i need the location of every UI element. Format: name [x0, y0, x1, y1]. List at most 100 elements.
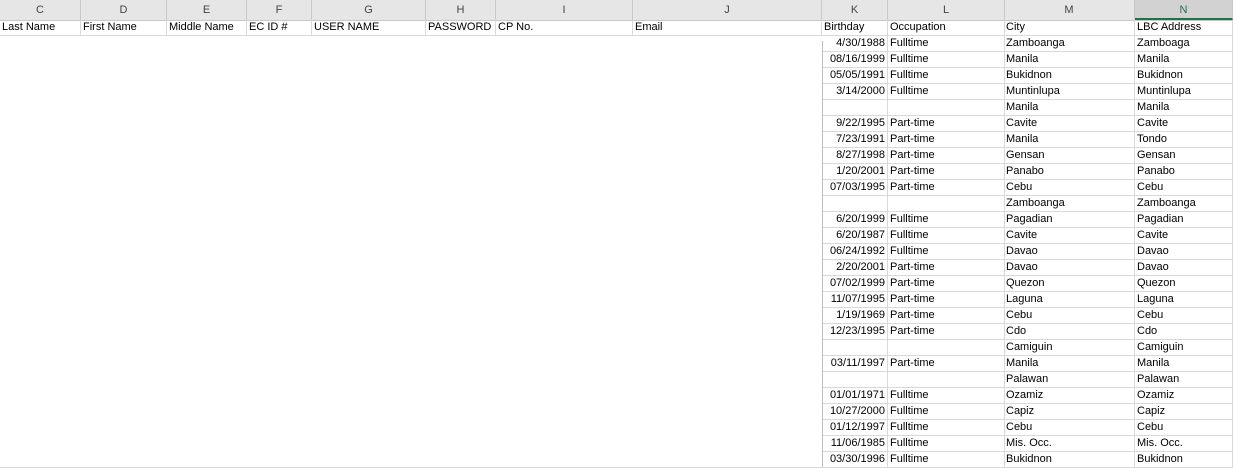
cell-occupation[interactable]: Part-time	[888, 292, 1005, 307]
cell-occupation[interactable]: Fulltime	[888, 420, 1005, 435]
cell-birthday[interactable]: 1/19/1969	[822, 308, 888, 323]
cell-occupation[interactable]: Fulltime	[888, 388, 1005, 403]
header-cell-i[interactable]: CP No.	[496, 20, 633, 35]
column-letter-j[interactable]: J	[633, 0, 822, 20]
cell-birthday[interactable]: 01/12/1997	[822, 420, 888, 435]
cell-city[interactable]: Capiz	[1004, 404, 1135, 419]
cell-city[interactable]: Palawan	[1004, 372, 1135, 387]
cell-lbc[interactable]: Cebu	[1135, 180, 1233, 195]
cell-occupation[interactable]: Fulltime	[888, 84, 1005, 99]
cell-city[interactable]: Zamboanga	[1004, 196, 1135, 211]
cell-occupation[interactable]: Fulltime	[888, 52, 1005, 67]
cell-birthday[interactable]: 07/02/1999	[822, 276, 888, 291]
column-letter-d[interactable]: D	[81, 0, 167, 20]
column-letter-m[interactable]: M	[1004, 0, 1135, 20]
cell-occupation[interactable]: Part-time	[888, 132, 1005, 147]
header-cell-d[interactable]: First Name	[81, 20, 167, 35]
cell-city[interactable]: Manila	[1004, 52, 1135, 67]
cell-city[interactable]: Bukidnon	[1004, 452, 1135, 467]
cell-lbc[interactable]: Cebu	[1135, 308, 1233, 323]
cell-city[interactable]: Laguna	[1004, 292, 1135, 307]
cell-birthday[interactable]: 03/11/1997	[822, 356, 888, 371]
header-cell-c[interactable]: Last Name	[0, 20, 81, 35]
cell-lbc[interactable]: Laguna	[1135, 292, 1233, 307]
cell-occupation[interactable]	[888, 372, 1005, 387]
cell-lbc[interactable]: Manila	[1135, 356, 1233, 371]
cell-occupation[interactable]: Part-time	[888, 276, 1005, 291]
cell-city[interactable]: Panabo	[1004, 164, 1135, 179]
cell-lbc[interactable]: Camiguin	[1135, 340, 1233, 355]
column-letter-i[interactable]: I	[496, 0, 633, 20]
cell-city[interactable]: Camiguin	[1004, 340, 1135, 355]
cell-occupation[interactable]: Part-time	[888, 260, 1005, 275]
cell-lbc[interactable]: Bukidnon	[1135, 452, 1233, 467]
cell-lbc[interactable]: Tondo	[1135, 132, 1233, 147]
cell-city[interactable]: Davao	[1004, 244, 1135, 259]
cell-birthday[interactable]: 06/24/1992	[822, 244, 888, 259]
cell-lbc[interactable]: Manila	[1135, 52, 1233, 67]
cell-lbc[interactable]: Cavite	[1135, 228, 1233, 243]
cell-city[interactable]: Davao	[1004, 260, 1135, 275]
cell-birthday[interactable]: 8/27/1998	[822, 148, 888, 163]
cell-birthday[interactable]: 10/27/2000	[822, 404, 888, 419]
header-cell-j[interactable]: Email	[633, 20, 822, 35]
cell-birthday[interactable]	[822, 196, 888, 211]
cell-occupation[interactable]: Fulltime	[888, 36, 1005, 51]
cell-city[interactable]: Quezon	[1004, 276, 1135, 291]
header-cell-f[interactable]: EC ID #	[247, 20, 312, 35]
header-cell-g[interactable]: USER NAME	[312, 20, 426, 35]
cell-occupation[interactable]: Part-time	[888, 148, 1005, 163]
cell-lbc[interactable]: Davao	[1135, 260, 1233, 275]
cell-occupation[interactable]: Part-time	[888, 356, 1005, 371]
cell-lbc[interactable]: Cebu	[1135, 420, 1233, 435]
cell-city[interactable]: Manila	[1004, 100, 1135, 115]
cell-city[interactable]: Muntinlupa	[1004, 84, 1135, 99]
cell-birthday[interactable]	[822, 340, 888, 355]
cell-city[interactable]: Cavite	[1004, 116, 1135, 131]
cell-city[interactable]: Manila	[1004, 132, 1135, 147]
cell-lbc[interactable]: Quezon	[1135, 276, 1233, 291]
cell-occupation[interactable]: Part-time	[888, 164, 1005, 179]
cell-birthday[interactable]: 12/23/1995	[822, 324, 888, 339]
header-cell-m[interactable]: City	[1004, 20, 1135, 35]
cell-lbc[interactable]: Cdo	[1135, 324, 1233, 339]
cell-lbc[interactable]: Zamboaga	[1135, 36, 1233, 51]
cell-city[interactable]: Bukidnon	[1004, 68, 1135, 83]
cell-birthday[interactable]: 6/20/1987	[822, 228, 888, 243]
cell-lbc[interactable]: Mis. Occ.	[1135, 436, 1233, 451]
cell-city[interactable]: Cavite	[1004, 228, 1135, 243]
cell-occupation[interactable]: Part-time	[888, 324, 1005, 339]
cell-occupation[interactable]: Fulltime	[888, 404, 1005, 419]
cell-lbc[interactable]: Davao	[1135, 244, 1233, 259]
header-cell-k[interactable]: Birthday	[822, 20, 888, 35]
cell-birthday[interactable]: 11/06/1985	[822, 436, 888, 451]
cell-birthday[interactable]: 01/01/1971	[822, 388, 888, 403]
cell-birthday[interactable]: 7/23/1991	[822, 132, 888, 147]
cell-birthday[interactable]: 3/14/2000	[822, 84, 888, 99]
cell-birthday[interactable]: 2/20/2001	[822, 260, 888, 275]
column-letter-n[interactable]: N	[1135, 0, 1233, 20]
cell-lbc[interactable]: Manila	[1135, 100, 1233, 115]
cell-city[interactable]: Cebu	[1004, 308, 1135, 323]
column-letter-c[interactable]: C	[0, 0, 81, 20]
cell-occupation[interactable]: Fulltime	[888, 212, 1005, 227]
header-cell-l[interactable]: Occupation	[888, 20, 1005, 35]
cell-lbc[interactable]: Zamboanga	[1135, 196, 1233, 211]
cell-occupation[interactable]	[888, 100, 1005, 115]
cell-city[interactable]: Ozamiz	[1004, 388, 1135, 403]
cell-birthday[interactable]: 9/22/1995	[822, 116, 888, 131]
cell-birthday[interactable]: 03/30/1996	[822, 452, 888, 467]
cell-occupation[interactable]: Fulltime	[888, 68, 1005, 83]
column-letter-l[interactable]: L	[888, 0, 1005, 20]
cell-occupation[interactable]	[888, 340, 1005, 355]
cell-occupation[interactable]: Part-time	[888, 116, 1005, 131]
column-letter-e[interactable]: E	[167, 0, 247, 20]
cell-birthday[interactable]: 07/03/1995	[822, 180, 888, 195]
cell-occupation[interactable]: Part-time	[888, 308, 1005, 323]
cell-lbc[interactable]: Ozamiz	[1135, 388, 1233, 403]
cell-lbc[interactable]: Muntinlupa	[1135, 84, 1233, 99]
cell-occupation[interactable]	[888, 196, 1005, 211]
cell-city[interactable]: Mis. Occ.	[1004, 436, 1135, 451]
cell-occupation[interactable]: Fulltime	[888, 452, 1005, 467]
cell-lbc[interactable]: Capiz	[1135, 404, 1233, 419]
